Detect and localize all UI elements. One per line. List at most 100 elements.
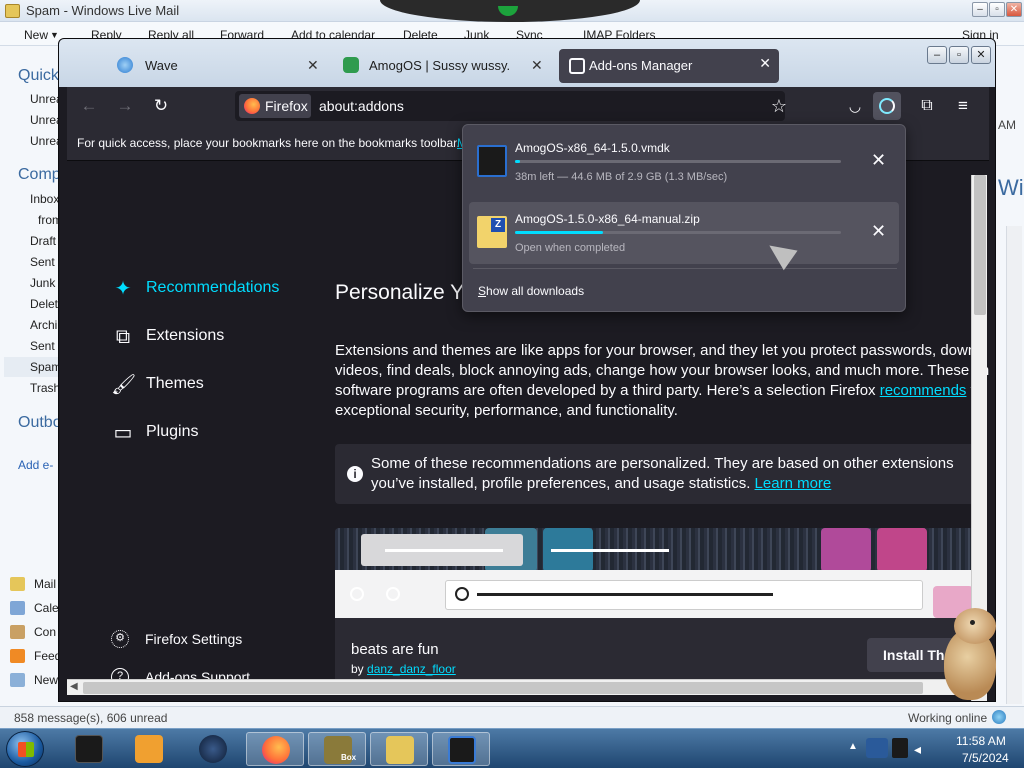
download-item[interactable]: AmogOS-x86_64-1.5.0.vmdk 38m left — 44.6…: [469, 131, 899, 193]
download-filename: AmogOS-1.5.0-x86_64-manual.zip: [515, 212, 700, 226]
folder-item[interactable]: Junk: [30, 276, 55, 290]
chevron-down-icon[interactable]: ▼: [50, 30, 59, 40]
taskbar-app-vm[interactable]: [60, 732, 118, 766]
windows-logo-icon: [18, 742, 34, 757]
scroll-left-arrow-icon[interactable]: ◀: [70, 681, 78, 692]
start-button[interactable]: [6, 731, 44, 767]
wlm-scrollbar[interactable]: [1006, 226, 1022, 704]
folder-item[interactable]: Sent: [30, 255, 55, 269]
personalization-notice: i Some of these recommendations are pers…: [335, 444, 975, 504]
nav-newsgroups[interactable]: New: [34, 673, 58, 687]
media-player-icon: [135, 735, 163, 763]
nav-calendar[interactable]: Cale: [34, 601, 59, 615]
identity-label: Firefox: [265, 98, 308, 114]
clock-time[interactable]: 11:58 AM: [956, 734, 1006, 748]
downloads-panel: AmogOS-x86_64-1.5.0.vmdk 38m left — 44.6…: [462, 124, 906, 312]
theme-card[interactable]: beats are fun by danz_danz_floor Install…: [335, 528, 975, 679]
zip-badge-icon: Z: [491, 218, 505, 232]
downloads-button[interactable]: [873, 92, 901, 120]
minimize-icon[interactable]: –: [972, 2, 988, 17]
download-progress-icon: [879, 98, 895, 114]
forward-arrow-icon[interactable]: →: [115, 96, 135, 116]
system-tray: ▲ ◂ 11:58 AM 7/5/2024: [844, 729, 1024, 768]
device-icon[interactable]: [892, 738, 908, 758]
taskbar-app-screen[interactable]: [432, 732, 490, 766]
tab-amogos[interactable]: AmogOS | Sussy wussy.: [331, 49, 551, 83]
clock-date[interactable]: 7/5/2024: [962, 751, 1009, 765]
amogus-favicon-icon: [343, 57, 359, 73]
taskbar-app-box[interactable]: Box: [308, 732, 366, 766]
tab-wave[interactable]: Wave: [107, 49, 327, 83]
url-text[interactable]: about:addons: [319, 98, 404, 114]
folder-item[interactable]: Sent: [30, 339, 55, 353]
outbox-header[interactable]: Outbo: [18, 414, 62, 432]
folder-item-selected[interactable]: Spam: [4, 357, 61, 377]
download-filename: AmogOS-x86_64-1.5.0.vmdk: [515, 141, 670, 155]
tab-bar: Wave ✕ AmogOS | Sussy wussy. ✕ Add-ons M…: [59, 39, 995, 87]
volume-icon[interactable]: ◂: [914, 741, 921, 758]
account-header[interactable]: Comp: [18, 166, 61, 184]
download-progress-fill: [515, 160, 520, 163]
nav-mail[interactable]: Mail: [34, 577, 56, 591]
puzzle-piece-icon: [569, 58, 585, 74]
plugin-icon: ▭: [113, 422, 133, 444]
scrollbar-thumb[interactable]: [974, 175, 986, 315]
panel-divider: [473, 268, 897, 269]
new-button[interactable]: New: [24, 28, 48, 42]
show-all-downloads-button[interactable]: Show all downloads: [478, 284, 584, 298]
cancel-download-icon[interactable]: ✕: [871, 222, 886, 240]
vmdk-file-icon: [477, 145, 507, 177]
add-account-link[interactable]: Add e-: [18, 458, 53, 472]
reload-icon[interactable]: ↻: [151, 96, 171, 116]
gear-icon: ⚙: [111, 630, 129, 648]
taskbar-app-firefox[interactable]: [246, 732, 304, 766]
download-item[interactable]: Z AmogOS-1.5.0-x86_64-manual.zip Open wh…: [469, 202, 899, 264]
taskbar-app-globe[interactable]: [184, 732, 242, 766]
recommends-link[interactable]: recommends: [880, 382, 967, 399]
menu-hamburger-icon[interactable]: ≡: [953, 96, 973, 116]
cancel-download-icon[interactable]: ✕: [871, 151, 886, 169]
by-label: by: [351, 662, 368, 676]
maximize-icon[interactable]: ▫: [949, 46, 969, 64]
maximize-icon[interactable]: ▫: [989, 2, 1005, 17]
folder-item[interactable]: Delet: [30, 297, 58, 311]
quick-views-header[interactable]: Quick: [18, 67, 59, 85]
paintbrush-icon: 🖌: [111, 374, 137, 396]
contacts-icon: [10, 625, 25, 639]
folder-item[interactable]: Archi: [30, 318, 57, 332]
footer-label: Add-ons Support: [145, 669, 251, 679]
page-description: Extensions and themes are like apps for …: [335, 341, 989, 421]
theme-author-link[interactable]: danz_danz_floor: [367, 662, 456, 676]
close-icon[interactable]: ✕: [1006, 2, 1022, 17]
page-horizontal-scrollbar[interactable]: ◀: [67, 679, 971, 695]
minimize-icon[interactable]: –: [927, 46, 947, 64]
folder-item[interactable]: Trash: [30, 381, 60, 395]
network-icon[interactable]: [866, 738, 888, 758]
learn-more-link[interactable]: Learn more: [755, 475, 832, 492]
scrollbar-thumb[interactable]: [83, 682, 923, 694]
folder-item[interactable]: Draft: [30, 234, 56, 248]
wlm-title: Spam - Windows Live Mail: [26, 3, 180, 18]
taskbar-app-mail[interactable]: [370, 732, 428, 766]
url-bar[interactable]: Firefox about:addons ☆: [235, 91, 787, 121]
wlm-window-controls: – ▫ ✕: [972, 2, 1022, 17]
extensions-icon[interactable]: ⧉: [917, 96, 937, 116]
download-progress-fill: [515, 231, 604, 234]
tab-addons-manager[interactable]: Add-ons Manager ✕: [559, 49, 779, 83]
notice-text: Some of these recommendations are person…: [371, 455, 954, 492]
bookmark-star-icon[interactable]: ☆: [771, 96, 787, 117]
close-tab-icon[interactable]: ✕: [759, 55, 771, 72]
close-tab-icon[interactable]: ✕: [307, 57, 319, 74]
back-arrow-icon[interactable]: ←: [79, 96, 99, 116]
close-icon[interactable]: ✕: [971, 46, 991, 64]
preview-line: [385, 549, 503, 552]
category-label: Plugins: [146, 423, 199, 440]
nav-contacts[interactable]: Con: [34, 625, 56, 639]
taskbar-app-media[interactable]: [120, 732, 178, 766]
identity-box[interactable]: Firefox: [239, 94, 311, 118]
tray-expand-icon[interactable]: ▲: [848, 741, 858, 752]
pocket-icon[interactable]: ◡: [845, 96, 865, 116]
zip-file-icon: Z: [477, 216, 507, 248]
folder-item[interactable]: Inbox: [30, 192, 59, 206]
close-tab-icon[interactable]: ✕: [531, 57, 543, 74]
